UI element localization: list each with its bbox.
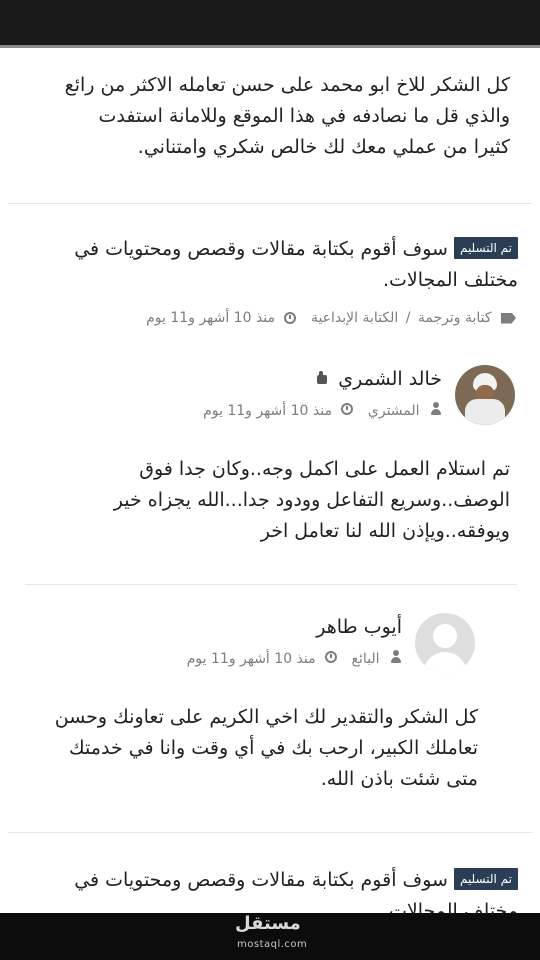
review-line: والذي قل ما نصادفه في هذا الموقع وللامان… [98, 105, 510, 127]
divider [8, 832, 532, 833]
buyer-meta: المشتري منذ 10 أشهر و11 يوم [203, 402, 442, 419]
reviews-list: كل الشكر للاخ ابو محمد على حسن تعامله ال… [0, 48, 540, 913]
project-title[interactable]: تم التسليمسوف أقوم بكتابة مقالات وقصص وم… [18, 865, 518, 913]
buyer-name[interactable]: خالد الشمري [338, 368, 442, 390]
project-title-line[interactable]: سوف أقوم بكتابة مقالات وقصص ومحتويات في [74, 238, 448, 260]
user-icon [390, 650, 402, 663]
review-line: كل الشكر للاخ ابو محمد على حسن تعامله ال… [64, 74, 510, 96]
buyer-name-row: خالد الشمري [313, 368, 442, 390]
buyer-role: المشتري [367, 403, 420, 419]
seller-name-row: أيوب طاهر [316, 616, 402, 638]
buyer-avatar[interactable] [455, 365, 515, 425]
project-title[interactable]: تم التسليمسوف أقوم بكتابة مقالات وقصص وم… [18, 234, 518, 296]
bottom-bar: مستقل mostaql.com [0, 913, 540, 960]
project-time: منذ 10 أشهر و11 يوم [146, 310, 276, 326]
project-meta: كتابة وترجمة / الكتابة الإبداعية منذ 10 … [146, 310, 516, 326]
status-badge: تم التسليم [453, 868, 518, 890]
avatar-body [465, 399, 505, 425]
buyer-time: منذ 10 أشهر و11 يوم [203, 403, 332, 419]
seller-avatar[interactable] [415, 613, 475, 673]
status-bar [0, 0, 540, 48]
divider [8, 203, 532, 204]
category-link[interactable]: كتابة وترجمة [418, 310, 492, 326]
user-icon [430, 402, 442, 415]
clock-icon [284, 312, 297, 324]
clock-icon [341, 403, 354, 415]
project-title-line[interactable]: سوف أقوم بكتابة مقالات وقصص ومحتويات في [74, 869, 448, 891]
comment-line: ويوفقه..ويإذن الله لنا تعامل اخر [260, 520, 510, 542]
comment-line: تم استلام العمل على اكمل وجه..وكان جدا ف… [139, 458, 510, 480]
tag-icon [501, 312, 516, 324]
review-text: كل الشكر للاخ ابو محمد على حسن تعامله ال… [25, 70, 510, 163]
category-separator: / [405, 310, 411, 326]
comment-line: كل الشكر والتقدير لك اخي الكريم على تعاو… [54, 706, 478, 728]
comment-line: الوصف..وسريع التفاعل وودود جدا...الله يج… [113, 489, 510, 511]
watermark-url: mostaql.com [237, 939, 308, 950]
subcategory-link[interactable]: الكتابة الإبداعية [311, 310, 398, 326]
comment-line: متى شئت باذن الله. [320, 768, 478, 790]
divider [25, 584, 517, 585]
clock-icon [325, 651, 338, 663]
seller-name[interactable]: أيوب طاهر [316, 616, 402, 638]
avatar-body [423, 652, 467, 673]
project-title-line[interactable]: مختلف المجالات. [18, 896, 518, 913]
seller-comment: كل الشكر والتقدير لك اخي الكريم على تعاو… [38, 702, 478, 795]
watermark-logo: مستقل [235, 913, 301, 934]
seller-role: البائع [351, 651, 380, 667]
review-line: كثيرا من عملي معك لك خالص شكري وامتناني. [137, 136, 510, 158]
seller-time: منذ 10 أشهر و11 يوم [186, 651, 316, 667]
avatar-head [433, 624, 457, 648]
project-title-line[interactable]: مختلف المجالات. [18, 265, 518, 296]
status-badge: تم التسليم [453, 237, 518, 259]
thumbs-up-icon [313, 371, 328, 384]
comment-line: تعاملك الكبير، ارحب بك في أي وقت وانا في… [69, 737, 478, 759]
buyer-comment: تم استلام العمل على اكمل وجه..وكان جدا ف… [25, 454, 510, 547]
seller-meta: البائع منذ 10 أشهر و11 يوم [187, 650, 402, 667]
